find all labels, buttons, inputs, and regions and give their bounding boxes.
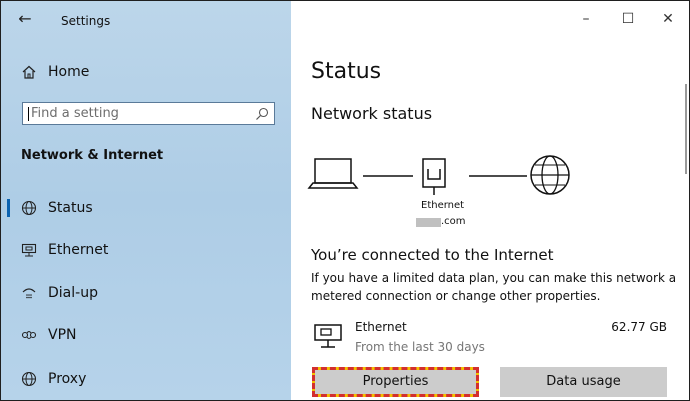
sidebar-item-ethernet[interactable]: Ethernet (1, 234, 291, 266)
search-placeholder: Find a setting (31, 106, 119, 121)
data-usage-button[interactable]: Data usage (500, 367, 667, 397)
globe-icon (21, 371, 37, 387)
ethernet-icon (314, 324, 342, 348)
sidebar-item-proxy[interactable]: Proxy (1, 363, 291, 395)
home-icon (22, 65, 36, 79)
sidebar-item-label: Ethernet (48, 242, 109, 258)
app-title: Settings (61, 14, 111, 28)
sidebar-item-label: VPN (48, 327, 77, 343)
close-icon[interactable]: ✕ (653, 11, 683, 31)
title-bar-left: ← Settings (1, 1, 291, 41)
back-arrow-icon[interactable]: ← (15, 9, 35, 29)
sidebar-item-label: Proxy (48, 371, 87, 387)
adapter-label: Ethernet (421, 200, 465, 211)
dialup-icon (22, 288, 36, 299)
internet-globe-icon (530, 155, 570, 195)
sidebar: ← Settings Home Find a setting Network &… (1, 1, 291, 400)
search-input[interactable]: Find a setting (22, 102, 275, 125)
ethernet-icon (21, 243, 37, 257)
vpn-icon (21, 331, 37, 339)
usage-adapter-name: Ethernet (355, 320, 407, 334)
sidebar-item-label: Status (48, 200, 93, 216)
search-icon[interactable] (255, 107, 269, 121)
sidebar-item-label: Dial-up (48, 285, 98, 301)
sidebar-item-vpn[interactable]: VPN (1, 319, 291, 351)
globe-icon (21, 200, 37, 216)
connection-description: If you have a limited data plan, you can… (311, 271, 677, 303)
sidebar-item-status[interactable]: Status (1, 192, 291, 224)
connection-status-heading: You’re connected to the Internet (311, 246, 554, 264)
sidebar-item-home[interactable]: Home (1, 57, 291, 87)
main-content: – ☐ ✕ Status Network status Ethernet .co… (291, 1, 689, 400)
redacted-domain (416, 218, 441, 227)
sidebar-item-label: Home (48, 64, 90, 80)
maximize-icon[interactable]: ☐ (613, 11, 643, 31)
active-indicator (7, 199, 10, 217)
network-status-heading: Network status (311, 104, 433, 123)
network-diagram (307, 155, 570, 195)
usage-amount: 62.77 GB (611, 320, 667, 334)
ethernet-adapter-icon (422, 158, 446, 195)
settings-window: ← Settings Home Find a setting Network &… (0, 0, 690, 401)
properties-button[interactable]: Properties (312, 367, 479, 397)
scrollbar[interactable] (685, 84, 687, 174)
usage-period: From the last 30 days (355, 340, 485, 354)
section-title: Network & Internet (21, 148, 164, 163)
domain-label: .com (441, 216, 466, 227)
laptop-icon (307, 158, 359, 189)
text-caret (28, 107, 29, 121)
page-title: Status (311, 59, 382, 84)
sidebar-item-dial-up[interactable]: Dial-up (1, 277, 291, 309)
minimize-icon[interactable]: – (571, 11, 601, 31)
